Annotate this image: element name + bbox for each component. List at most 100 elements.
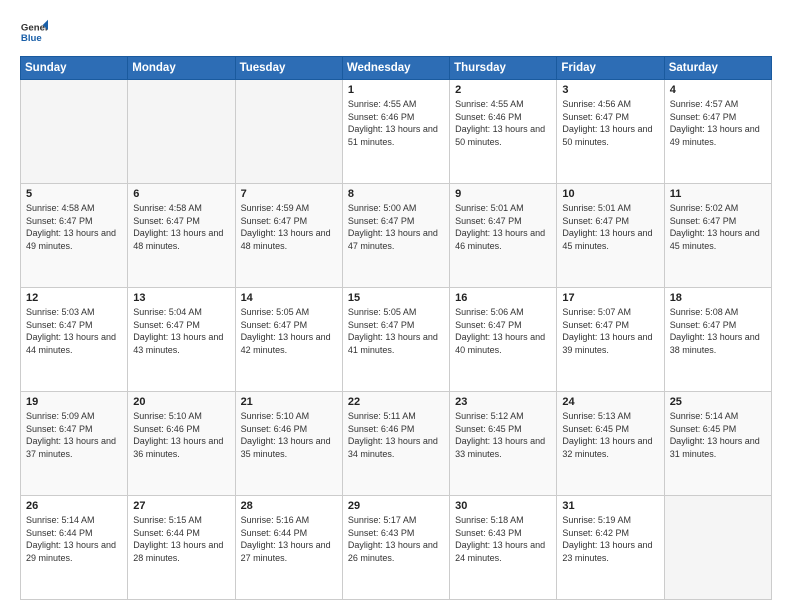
calendar-day: 30 Sunrise: 5:18 AMSunset: 6:43 PMDayligh… [450,496,557,600]
calendar-day: 29 Sunrise: 5:17 AMSunset: 6:43 PMDayligh… [342,496,449,600]
day-info: Sunrise: 4:55 AMSunset: 6:46 PMDaylight:… [348,98,444,148]
day-info: Sunrise: 5:09 AMSunset: 6:47 PMDaylight:… [26,410,122,460]
day-number: 24 [562,396,658,408]
calendar-week-3: 12 Sunrise: 5:03 AMSunset: 6:47 PMDayligh… [21,288,772,392]
day-info: Sunrise: 4:58 AMSunset: 6:47 PMDaylight:… [133,202,229,252]
weekday-sunday: Sunday [21,57,128,80]
day-info: Sunrise: 5:05 AMSunset: 6:47 PMDaylight:… [348,306,444,356]
day-info: Sunrise: 5:13 AMSunset: 6:45 PMDaylight:… [562,410,658,460]
calendar-day [664,496,771,600]
calendar-week-1: 1 Sunrise: 4:55 AMSunset: 6:46 PMDaylight… [21,80,772,184]
day-info: Sunrise: 5:00 AMSunset: 6:47 PMDaylight:… [348,202,444,252]
svg-text:Blue: Blue [21,33,42,44]
day-info: Sunrise: 5:01 AMSunset: 6:47 PMDaylight:… [455,202,551,252]
day-info: Sunrise: 5:12 AMSunset: 6:45 PMDaylight:… [455,410,551,460]
day-number: 2 [455,84,551,96]
weekday-header-row: SundayMondayTuesdayWednesdayThursdayFrid… [21,57,772,80]
day-info: Sunrise: 5:17 AMSunset: 6:43 PMDaylight:… [348,514,444,564]
day-info: Sunrise: 5:05 AMSunset: 6:47 PMDaylight:… [241,306,337,356]
weekday-monday: Monday [128,57,235,80]
day-number: 23 [455,396,551,408]
day-info: Sunrise: 5:14 AMSunset: 6:45 PMDaylight:… [670,410,766,460]
day-number: 1 [348,84,444,96]
day-number: 8 [348,188,444,200]
calendar-day: 13 Sunrise: 5:04 AMSunset: 6:47 PMDayligh… [128,288,235,392]
calendar-day: 15 Sunrise: 5:05 AMSunset: 6:47 PMDayligh… [342,288,449,392]
weekday-friday: Friday [557,57,664,80]
day-number: 27 [133,500,229,512]
day-info: Sunrise: 5:11 AMSunset: 6:46 PMDaylight:… [348,410,444,460]
day-info: Sunrise: 5:07 AMSunset: 6:47 PMDaylight:… [562,306,658,356]
day-number: 12 [26,292,122,304]
day-number: 9 [455,188,551,200]
day-info: Sunrise: 5:15 AMSunset: 6:44 PMDaylight:… [133,514,229,564]
day-number: 3 [562,84,658,96]
calendar-day: 4 Sunrise: 4:57 AMSunset: 6:47 PMDaylight… [664,80,771,184]
calendar-day: 6 Sunrise: 4:58 AMSunset: 6:47 PMDaylight… [128,184,235,288]
calendar-day: 28Sunrise: 5:16 AMSunset: 6:44 PMDayligh… [235,496,342,600]
weekday-tuesday: Tuesday [235,57,342,80]
calendar-day: 11 Sunrise: 5:02 AMSunset: 6:47 PMDayligh… [664,184,771,288]
calendar-day: 20 Sunrise: 5:10 AMSunset: 6:46 PMDayligh… [128,392,235,496]
day-number: 22 [348,396,444,408]
calendar-day: 8 Sunrise: 5:00 AMSunset: 6:47 PMDaylight… [342,184,449,288]
day-number: 10 [562,188,658,200]
day-number: 5 [26,188,122,200]
day-info: Sunrise: 5:10 AMSunset: 6:46 PMDaylight:… [241,410,337,460]
day-number: 15 [348,292,444,304]
day-info: Sunrise: 5:08 AMSunset: 6:47 PMDaylight:… [670,306,766,356]
calendar-table: SundayMondayTuesdayWednesdayThursdayFrid… [20,56,772,600]
header: General Blue [20,18,772,46]
day-number: 29 [348,500,444,512]
day-number: 11 [670,188,766,200]
day-number: 26 [26,500,122,512]
calendar-week-4: 19Sunrise: 5:09 AMSunset: 6:47 PMDayligh… [21,392,772,496]
day-info: Sunrise: 4:57 AMSunset: 6:47 PMDaylight:… [670,98,766,148]
calendar-day: 18 Sunrise: 5:08 AMSunset: 6:47 PMDayligh… [664,288,771,392]
calendar-day: 2 Sunrise: 4:55 AMSunset: 6:46 PMDaylight… [450,80,557,184]
calendar-day: 16Sunrise: 5:06 AMSunset: 6:47 PMDayligh… [450,288,557,392]
day-number: 31 [562,500,658,512]
weekday-saturday: Saturday [664,57,771,80]
calendar-day [235,80,342,184]
calendar-day: 26 Sunrise: 5:14 AMSunset: 6:44 PMDayligh… [21,496,128,600]
day-number: 20 [133,396,229,408]
calendar-body: 1 Sunrise: 4:55 AMSunset: 6:46 PMDaylight… [21,80,772,600]
calendar-week-2: 5 Sunrise: 4:58 AMSunset: 6:47 PMDaylight… [21,184,772,288]
calendar-day: 23 Sunrise: 5:12 AMSunset: 6:45 PMDayligh… [450,392,557,496]
day-number: 17 [562,292,658,304]
day-number: 6 [133,188,229,200]
calendar-day: 3 Sunrise: 4:56 AMSunset: 6:47 PMDaylight… [557,80,664,184]
day-number: 25 [670,396,766,408]
day-info: Sunrise: 5:14 AMSunset: 6:44 PMDaylight:… [26,514,122,564]
calendar-day: 21 Sunrise: 5:10 AMSunset: 6:46 PMDayligh… [235,392,342,496]
day-info: Sunrise: 4:56 AMSunset: 6:47 PMDaylight:… [562,98,658,148]
calendar-day: 19Sunrise: 5:09 AMSunset: 6:47 PMDayligh… [21,392,128,496]
calendar-day: 25 Sunrise: 5:14 AMSunset: 6:45 PMDayligh… [664,392,771,496]
calendar-week-5: 26 Sunrise: 5:14 AMSunset: 6:44 PMDayligh… [21,496,772,600]
weekday-wednesday: Wednesday [342,57,449,80]
day-number: 18 [670,292,766,304]
day-info: Sunrise: 5:04 AMSunset: 6:47 PMDaylight:… [133,306,229,356]
day-info: Sunrise: 5:01 AMSunset: 6:47 PMDaylight:… [562,202,658,252]
day-number: 14 [241,292,337,304]
logo-icon: General Blue [20,18,48,46]
day-info: Sunrise: 5:10 AMSunset: 6:46 PMDaylight:… [133,410,229,460]
day-info: Sunrise: 5:02 AMSunset: 6:47 PMDaylight:… [670,202,766,252]
day-info: Sunrise: 5:18 AMSunset: 6:43 PMDaylight:… [455,514,551,564]
calendar-day: 31 Sunrise: 5:19 AMSunset: 6:42 PMDayligh… [557,496,664,600]
calendar-day [128,80,235,184]
day-number: 7 [241,188,337,200]
calendar-day [21,80,128,184]
day-number: 21 [241,396,337,408]
day-number: 28 [241,500,337,512]
calendar-day: 9 Sunrise: 5:01 AMSunset: 6:47 PMDaylight… [450,184,557,288]
day-number: 16 [455,292,551,304]
day-number: 4 [670,84,766,96]
day-info: Sunrise: 5:19 AMSunset: 6:42 PMDaylight:… [562,514,658,564]
day-info: Sunrise: 4:55 AMSunset: 6:46 PMDaylight:… [455,98,551,148]
day-number: 13 [133,292,229,304]
day-info: Sunrise: 5:03 AMSunset: 6:47 PMDaylight:… [26,306,122,356]
day-number: 30 [455,500,551,512]
calendar-day: 14 Sunrise: 5:05 AMSunset: 6:47 PMDayligh… [235,288,342,392]
